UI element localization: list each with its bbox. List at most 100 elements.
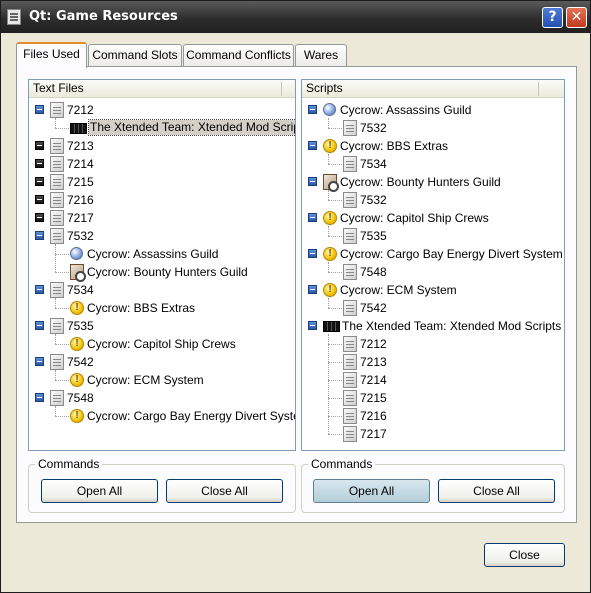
script-child-node[interactable]: 7213 xyxy=(302,353,564,371)
tree-branch-line xyxy=(55,344,69,345)
text-file-child-node[interactable]: Cycrow: Assassins Guild xyxy=(29,245,295,263)
script-child-node[interactable]: 7214 xyxy=(302,371,564,389)
text-file-child-node[interactable]: ! Cycrow: Cargo Bay Energy Divert System xyxy=(29,407,295,425)
collapse-toggle-icon[interactable] xyxy=(35,285,44,294)
open-all-scripts-button[interactable]: Open All xyxy=(313,479,430,503)
text-file-parent-node[interactable]: 7216 xyxy=(29,191,295,209)
tree-branch-line xyxy=(328,118,329,128)
tree-branch-line xyxy=(328,334,329,434)
expand-toggle-icon[interactable] xyxy=(35,141,44,150)
text-files-header[interactable]: Text Files xyxy=(29,80,295,98)
script-child-node[interactable]: 7535 xyxy=(302,227,564,245)
script-child-node[interactable]: 7532 xyxy=(302,119,564,137)
text-file-child-node[interactable]: ! Cycrow: BBS Extras xyxy=(29,299,295,317)
scripts-header[interactable]: Scripts xyxy=(302,80,564,98)
collapse-toggle-icon[interactable] xyxy=(308,177,317,186)
expand-toggle-icon[interactable] xyxy=(35,195,44,204)
document-icon xyxy=(50,102,64,118)
script-child-node[interactable]: 7542 xyxy=(302,299,564,317)
script-parent-node[interactable]: ! Cycrow: Cargo Bay Energy Divert System xyxy=(302,245,564,263)
expand-toggle-icon[interactable] xyxy=(35,213,44,222)
text-files-tree[interactable]: Text Files 7212 The Xtended Team: Xtended… xyxy=(28,79,296,451)
info-icon: ! xyxy=(70,337,84,351)
tab-files-used[interactable]: Files Used xyxy=(16,42,87,68)
tab-command-slots[interactable]: Command Slots xyxy=(88,44,182,66)
script-child-node[interactable]: 7216 xyxy=(302,407,564,425)
text-file-parent-node[interactable]: 7213 xyxy=(29,137,295,155)
close-all-text-files-button[interactable]: Close All xyxy=(166,479,283,503)
document-icon xyxy=(343,390,357,406)
node-label: Cycrow: ECM System xyxy=(87,373,204,387)
text-file-parent-node[interactable]: 7217 xyxy=(29,209,295,227)
document-icon xyxy=(50,228,64,244)
title-bar[interactable]: Qt: Game Resources ? ✕ xyxy=(1,1,590,33)
document-icon xyxy=(343,408,357,424)
script-child-node[interactable]: 7534 xyxy=(302,155,564,173)
text-file-parent-node[interactable]: 7532 xyxy=(29,227,295,245)
text-file-parent-node[interactable]: 7535 xyxy=(29,317,295,335)
text-file-parent-node[interactable]: 7548 xyxy=(29,389,295,407)
script-child-node[interactable]: 7217 xyxy=(302,425,564,443)
collapse-toggle-icon[interactable] xyxy=(35,393,44,402)
node-label: Cycrow: Capitol Ship Crews xyxy=(340,211,489,225)
node-label: 7532 xyxy=(360,121,387,135)
node-label: Cycrow: Assassins Guild xyxy=(87,247,219,261)
collapse-toggle-icon[interactable] xyxy=(308,321,317,330)
close-all-scripts-button[interactable]: Close All xyxy=(438,479,555,503)
open-all-text-files-button[interactable]: Open All xyxy=(41,479,158,503)
text-file-child-node[interactable]: Cycrow: Bounty Hunters Guild xyxy=(29,263,295,282)
collapse-toggle-icon[interactable] xyxy=(35,231,44,240)
tree-branch-line xyxy=(55,380,69,381)
document-icon xyxy=(50,138,64,154)
close-button[interactable]: Close xyxy=(484,543,565,567)
node-label: 7213 xyxy=(360,355,387,369)
expand-toggle-icon[interactable] xyxy=(35,177,44,186)
script-parent-node[interactable]: The Xtended Team: Xtended Mod Scripts xyxy=(302,317,564,335)
scripts-tree[interactable]: Scripts Cycrow: Assassins Guild 7532! Cycr… xyxy=(301,79,565,451)
node-label: 7548 xyxy=(67,391,94,405)
collapse-toggle-icon[interactable] xyxy=(308,285,317,294)
app-icon xyxy=(7,9,21,25)
commands-group-right: Commands Open All Close All xyxy=(301,457,565,513)
script-parent-node[interactable]: ! Cycrow: ECM System xyxy=(302,281,564,299)
tree-branch-line xyxy=(55,416,69,417)
collapse-toggle-icon[interactable] xyxy=(35,357,44,366)
text-file-parent-node[interactable]: 7542 xyxy=(29,353,295,371)
collapse-toggle-icon[interactable] xyxy=(35,105,44,114)
script-parent-node[interactable]: ! Cycrow: BBS Extras xyxy=(302,137,564,155)
commands-group-left: Commands Open All Close All xyxy=(28,457,296,513)
expand-toggle-icon[interactable] xyxy=(35,159,44,168)
tree-branch-line xyxy=(55,406,56,416)
collapse-toggle-icon[interactable] xyxy=(308,213,317,222)
tab-wares[interactable]: Wares xyxy=(295,44,347,66)
script-parent-node[interactable]: Cycrow: Bounty Hunters Guild xyxy=(302,173,564,192)
collapse-toggle-icon[interactable] xyxy=(308,105,317,114)
help-button[interactable]: ? xyxy=(542,7,563,28)
script-child-node[interactable]: 7548 xyxy=(302,263,564,281)
tree-branch-line xyxy=(328,272,342,273)
text-file-child-node[interactable]: The Xtended Team: Xtended Mod Scripts xyxy=(29,119,295,137)
window-close-button[interactable]: ✕ xyxy=(566,7,587,28)
script-child-node[interactable]: 7215 xyxy=(302,389,564,407)
tab-command-conflicts[interactable]: Command Conflicts xyxy=(183,44,294,66)
document-icon xyxy=(343,354,357,370)
node-label: 7217 xyxy=(360,427,387,441)
collapse-toggle-icon[interactable] xyxy=(308,249,317,258)
text-file-parent-node[interactable]: 7534 xyxy=(29,281,295,299)
text-file-parent-node[interactable]: 7215 xyxy=(29,173,295,191)
script-parent-node[interactable]: Cycrow: Assassins Guild xyxy=(302,101,564,119)
collapse-toggle-icon[interactable] xyxy=(35,321,44,330)
bounty-icon xyxy=(323,174,339,192)
node-label: 7215 xyxy=(360,391,387,405)
script-child-node[interactable]: 7212 xyxy=(302,335,564,353)
text-file-parent-node[interactable]: 7214 xyxy=(29,155,295,173)
tree-branch-line xyxy=(328,154,329,164)
text-file-parent-node[interactable]: 7212 xyxy=(29,101,295,119)
node-label: 7532 xyxy=(67,229,94,243)
collapse-toggle-icon[interactable] xyxy=(308,141,317,150)
script-child-node[interactable]: 7532 xyxy=(302,191,564,209)
node-label: 7216 xyxy=(67,193,94,207)
text-file-child-node[interactable]: ! Cycrow: ECM System xyxy=(29,371,295,389)
script-parent-node[interactable]: ! Cycrow: Capitol Ship Crews xyxy=(302,209,564,227)
text-file-child-node[interactable]: ! Cycrow: Capitol Ship Crews xyxy=(29,335,295,353)
